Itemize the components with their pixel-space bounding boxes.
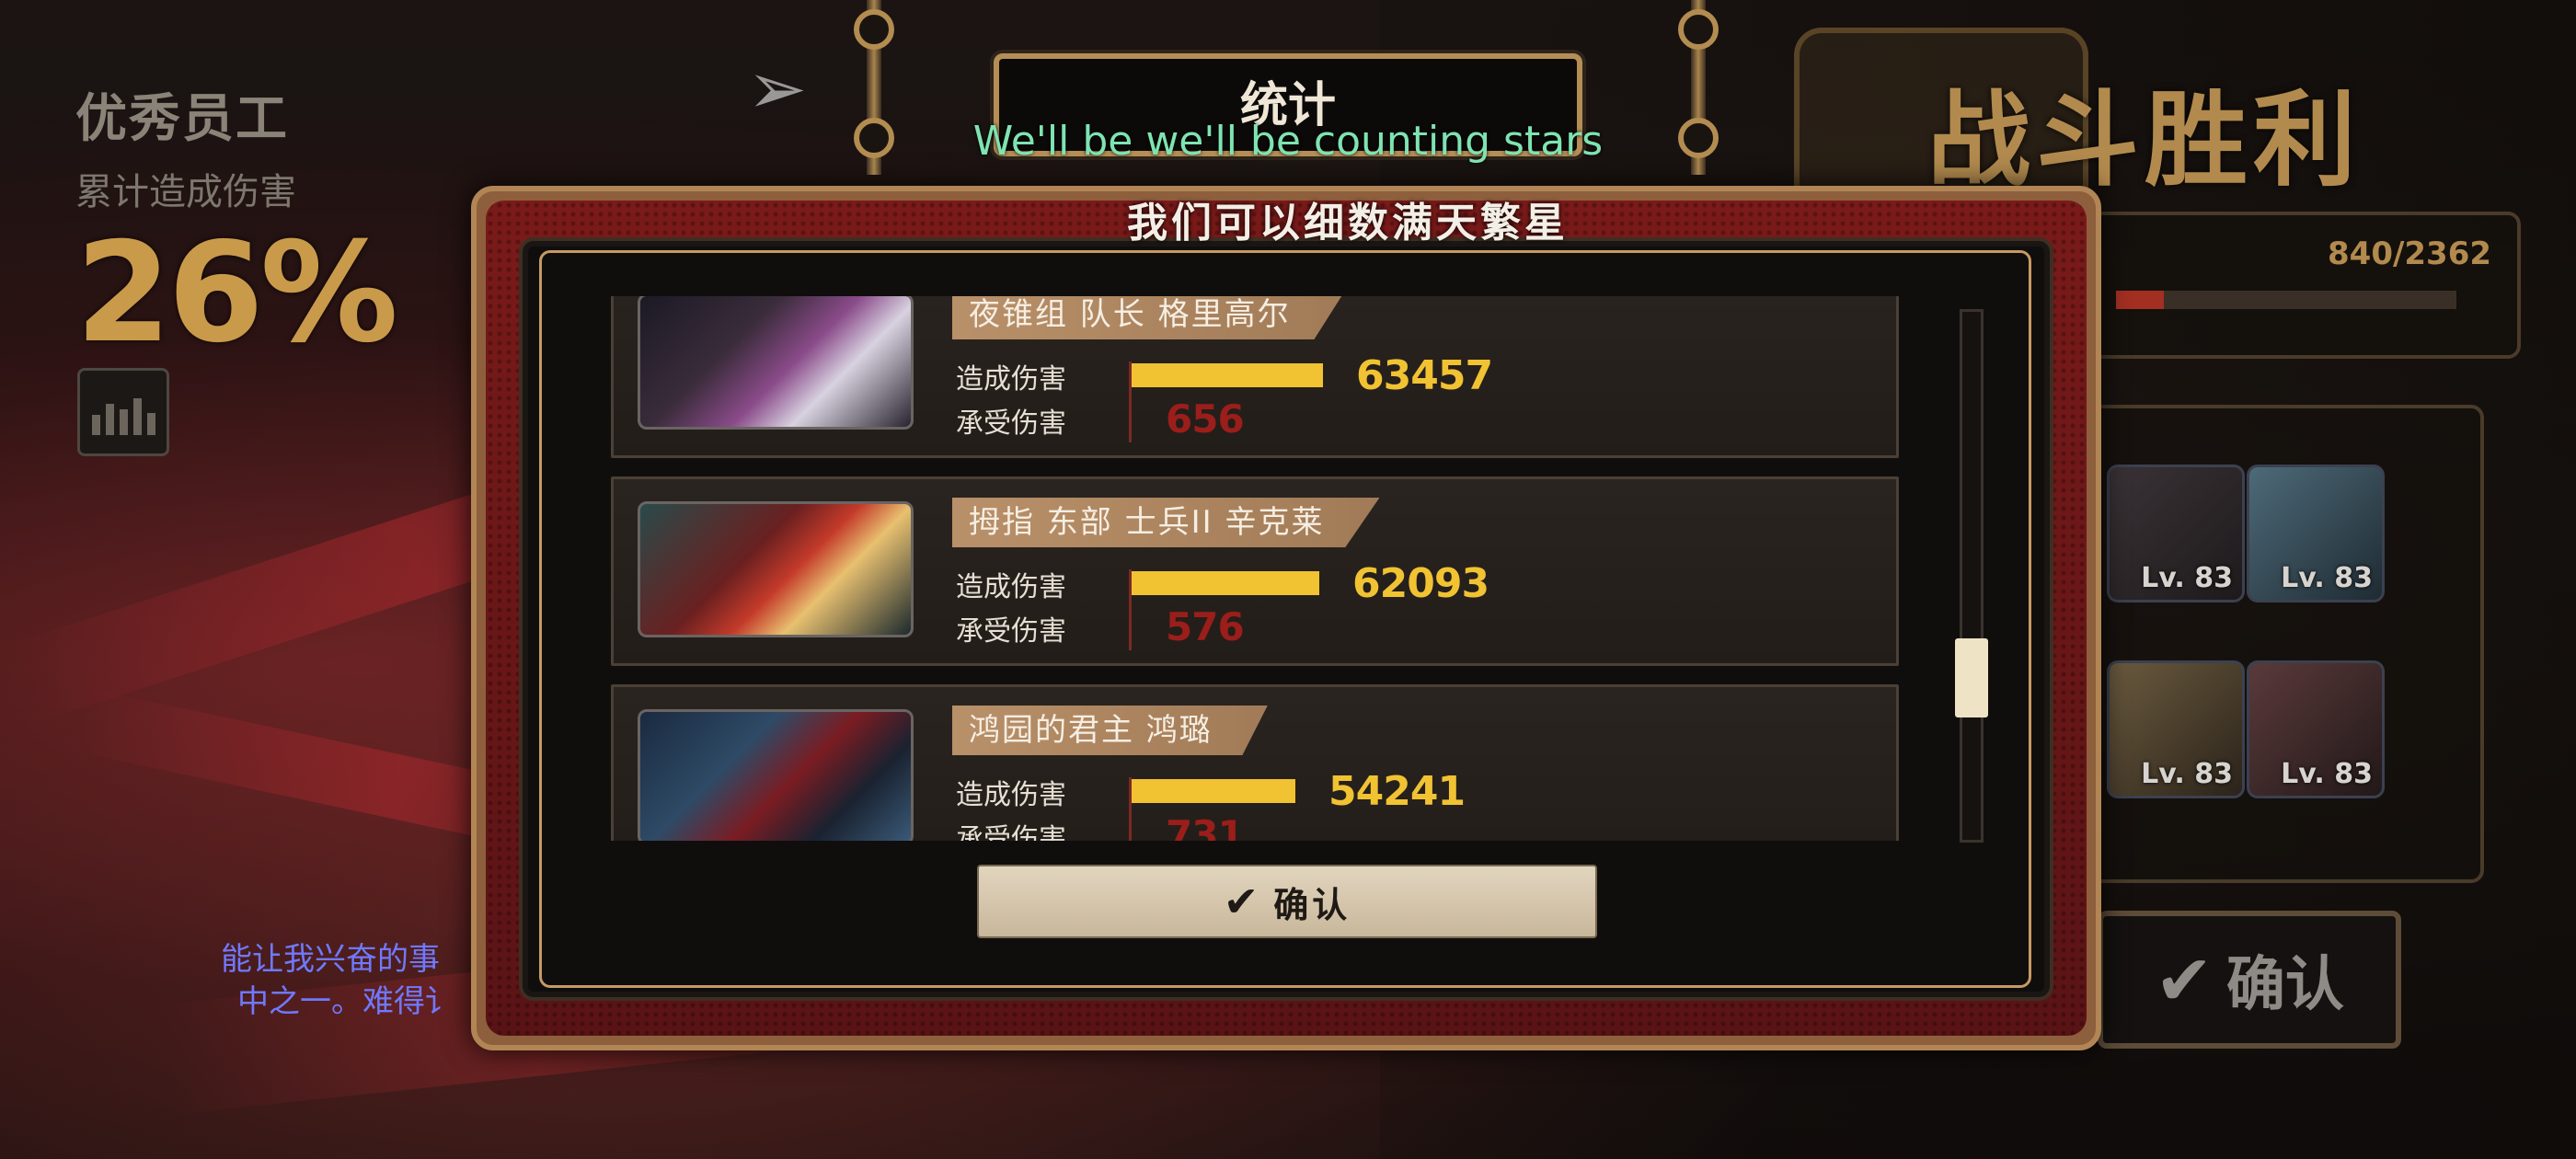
damage-dealt-label: 造成伤害	[956, 363, 1066, 396]
character-name: 夜锥组 队长 格里高尔	[952, 296, 1346, 339]
stats-row: 拇指 东部 士兵II 辛克莱 造成伤害 承受伤害 62093 576	[611, 476, 1899, 666]
chain-ring	[1678, 9, 1719, 50]
damage-taken-label: 承受伤害	[956, 407, 1066, 440]
victory-title: 战斗胜利	[1927, 81, 2362, 201]
paper-plane-icon: ➢	[747, 48, 808, 131]
dialogue-line: 能让我兴奋的事	[221, 941, 440, 978]
damage-taken-label: 承受伤害	[956, 823, 1066, 841]
damage-dealt-label: 造成伤害	[956, 571, 1066, 603]
damage-taken-value: 576	[1166, 604, 1245, 649]
stats-list[interactable]: 夜锥组 队长 格里高尔 造成伤害 承受伤害 63457 656 拇指 东部 士兵…	[607, 296, 1904, 841]
roster-card[interactable]: Lv. 83	[2247, 660, 2385, 798]
check-icon: ✔	[2155, 938, 2214, 1021]
roster-level: Lv. 83	[2141, 758, 2233, 790]
damage-taken-value: 656	[1166, 396, 1245, 442]
exp-count: 840/2362	[2328, 235, 2492, 272]
list-scrollbar[interactable]	[1960, 309, 1984, 843]
roster-level: Lv. 83	[2281, 758, 2373, 790]
mvp-subtitle: 累计造成伤害	[75, 171, 296, 213]
chain-ring	[1678, 118, 1719, 158]
scrollbar-thumb[interactable]	[1955, 638, 1988, 717]
confirm-button[interactable]: ✔ 确认	[977, 865, 1597, 938]
check-icon: ✔	[1223, 877, 1259, 926]
subtitle-english: We'll be we'll be counting stars	[972, 118, 1604, 165]
damage-dealt-label: 造成伤害	[956, 779, 1066, 811]
roster-card[interactable]: Lv. 83	[2107, 465, 2245, 602]
mvp-damage-percent: 26%	[75, 213, 398, 373]
stats-row: 鸿园的君主 鸿璐 造成伤害 承受伤害 54241 731	[611, 684, 1899, 841]
damage-bar	[1132, 363, 1323, 387]
damage-dealt-value: 62093	[1352, 560, 1489, 607]
character-portrait	[638, 709, 914, 841]
character-portrait	[638, 501, 914, 637]
character-portrait	[638, 296, 914, 430]
damage-taken-value: 731	[1166, 812, 1245, 841]
character-name: 拇指 东部 士兵II 辛克莱	[952, 498, 1380, 547]
damage-taken-label: 承受伤害	[956, 615, 1066, 648]
roster-card[interactable]: Lv. 83	[2107, 660, 2245, 798]
roster-level: Lv. 83	[2141, 562, 2233, 594]
stats-row: 夜锥组 队长 格里高尔 造成伤害 承受伤害 63457 656	[611, 296, 1899, 458]
dialogue-line: 中之一。难得讠	[237, 983, 456, 1020]
confirm-label: 确认	[1273, 884, 1351, 925]
victory-confirm-label: 确认	[2225, 951, 2344, 1019]
damage-bar	[1132, 571, 1319, 595]
damage-dealt-value: 54241	[1328, 768, 1466, 815]
damage-bar	[1132, 779, 1295, 803]
dialogue-text: 能让我兴奋的事 中之一。难得讠	[221, 938, 456, 1023]
damage-dealt-value: 63457	[1356, 352, 1493, 399]
subtitle-chinese: 我们可以细数满天繁星	[1127, 200, 1569, 247]
character-name: 鸿园的君主 鸿璐	[952, 706, 1268, 755]
exp-bar	[2116, 291, 2456, 309]
roster-level: Lv. 83	[2281, 562, 2373, 594]
mvp-title: 优秀员工	[75, 89, 289, 149]
chain-ring	[854, 9, 894, 50]
victory-confirm-button[interactable]: ✔ 确认	[2098, 911, 2401, 1049]
bar-chart-icon[interactable]	[77, 368, 169, 456]
exp-bar-fill	[2116, 291, 2164, 309]
roster-card[interactable]: Lv. 83	[2247, 465, 2385, 602]
chain-ring	[854, 118, 894, 158]
